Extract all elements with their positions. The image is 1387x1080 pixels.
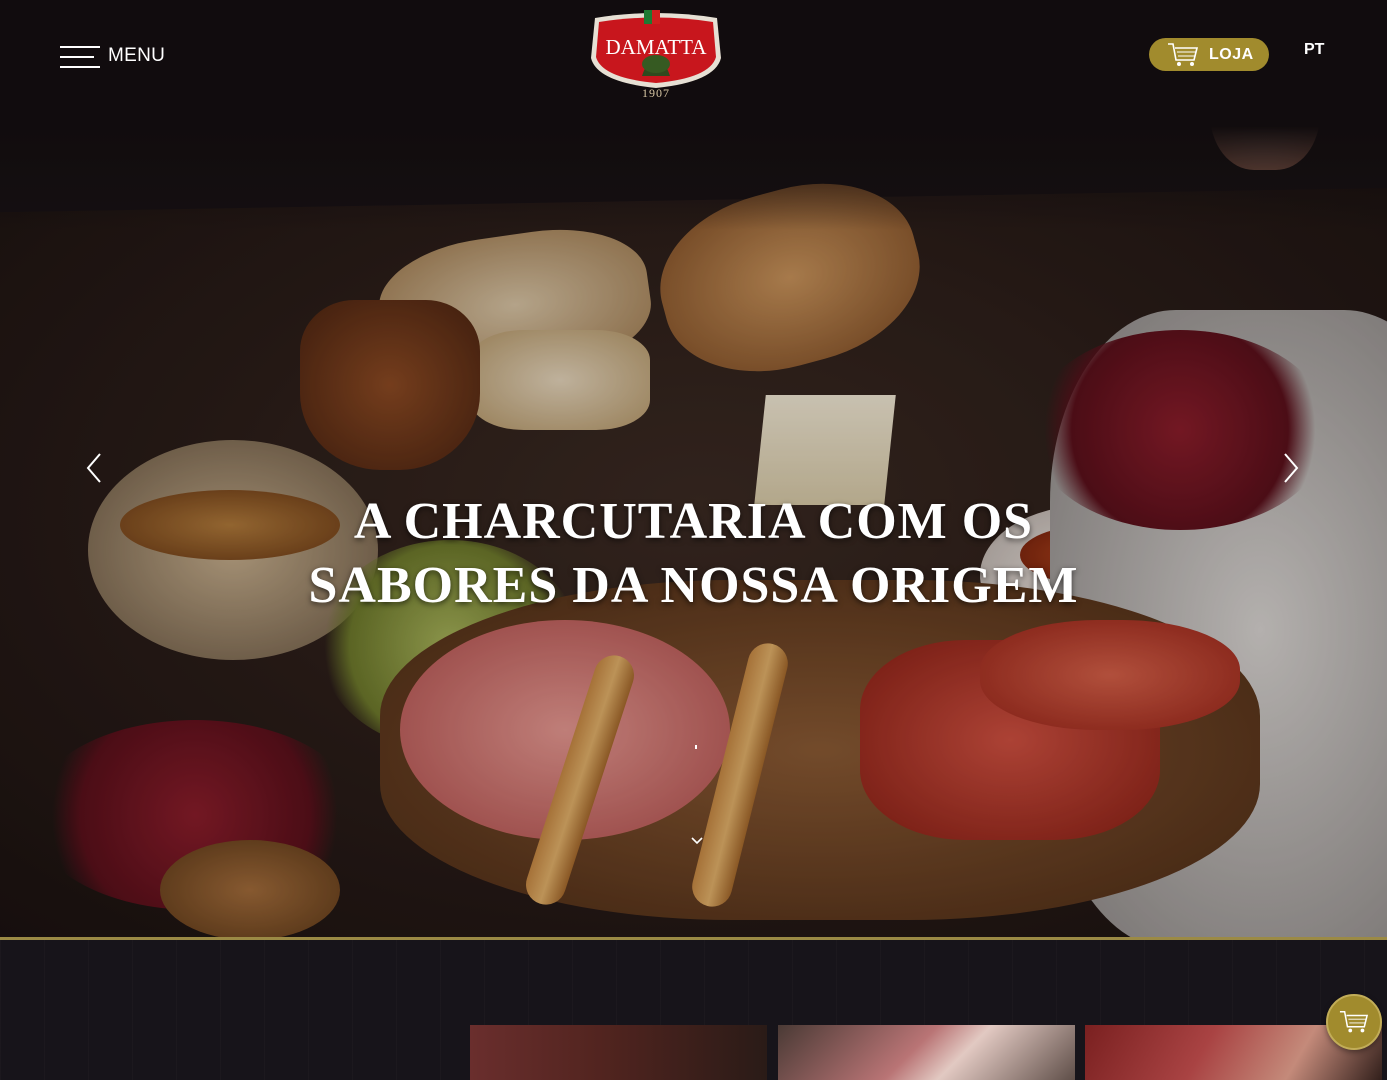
logo-brand-text: DAMATTA <box>606 35 708 59</box>
hero-slider: A charcutaria com os sabores da nossa or… <box>0 0 1387 938</box>
slider-indicator[interactable] <box>695 745 697 749</box>
site-header: MENU DAMATTA 1907 LOJA PT <box>0 0 1387 110</box>
chevron-down-icon[interactable] <box>689 834 705 848</box>
product-card-chorizo[interactable] <box>470 1025 767 1080</box>
damatta-logo[interactable]: DAMATTA 1907 <box>587 10 725 102</box>
chevron-right-icon[interactable] <box>1275 448 1305 488</box>
shop-button[interactable]: LOJA <box>1149 38 1269 71</box>
menu-label: MENU <box>108 45 166 66</box>
hero-headline-line-1: A charcutaria com os <box>353 493 1034 550</box>
floating-cart-button[interactable] <box>1326 994 1382 1050</box>
shop-label: LOJA <box>1209 45 1254 63</box>
menu-button[interactable]: MENU <box>60 44 165 68</box>
hero-headline-line-2: sabores da nossa origem <box>308 557 1079 614</box>
cart-icon <box>1339 1010 1369 1033</box>
products-section <box>0 940 1387 1080</box>
hero-headline: A charcutaria com os sabores da nossa or… <box>240 490 1147 618</box>
product-card-ham[interactable] <box>778 1025 1075 1080</box>
section-divider <box>0 937 1387 940</box>
logo-year: 1907 <box>642 86 670 100</box>
logo-shield-icon: DAMATTA <box>591 10 721 88</box>
hamburger-icon <box>60 44 100 68</box>
hero-overlay <box>0 0 1387 938</box>
chevron-left-icon[interactable] <box>80 448 110 488</box>
language-selector[interactable]: PT <box>1304 41 1324 59</box>
cart-icon <box>1168 42 1199 66</box>
